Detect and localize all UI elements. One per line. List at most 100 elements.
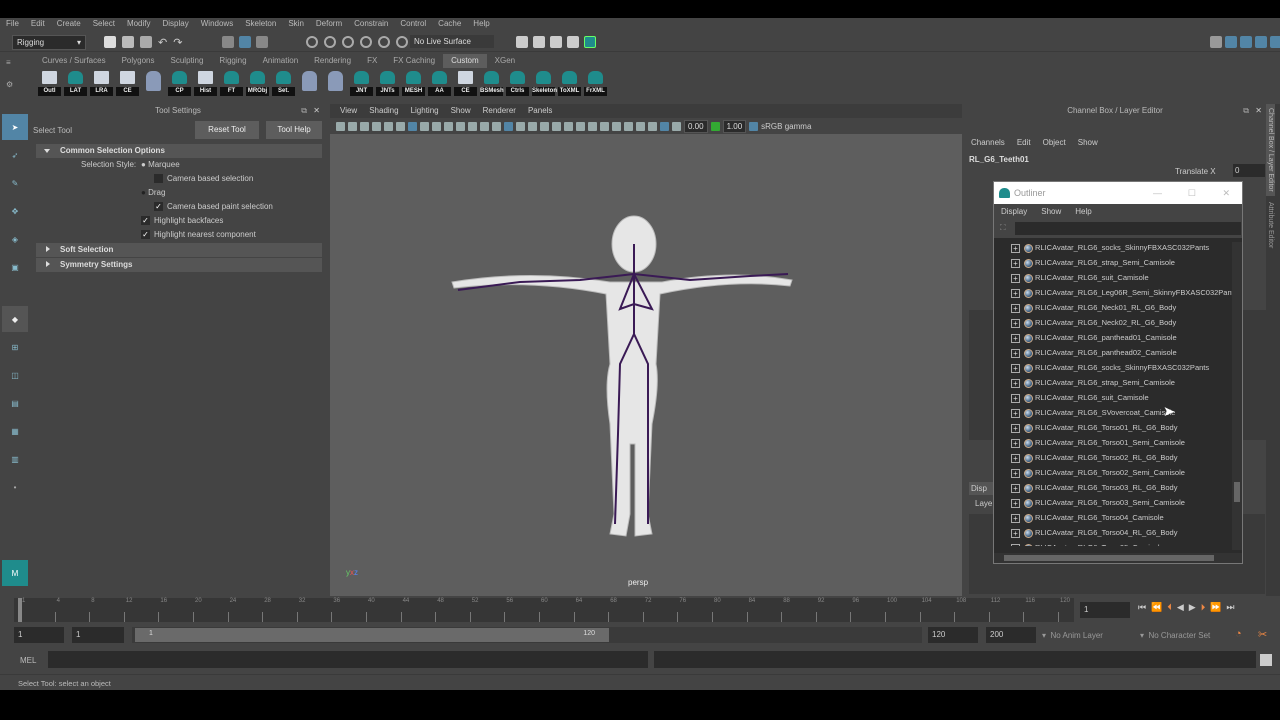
- shelf-button-frxml[interactable]: FrXML: [584, 70, 607, 96]
- outliner-item[interactable]: + RLICAvatar_RLG6_Neck02_RL_G6_Body: [994, 315, 1232, 330]
- outliner-item[interactable]: + RLICAvatar_RLG6_Torso04_Camisole: [994, 510, 1232, 525]
- shadows-icon[interactable]: [564, 121, 573, 131]
- shelf-button-hist[interactable]: Hist: [194, 70, 217, 96]
- ao-icon[interactable]: [576, 121, 585, 131]
- auto-key-icon[interactable]: ◔: [1235, 628, 1242, 640]
- channel-menu-object[interactable]: Object: [1043, 138, 1066, 147]
- menu-skin[interactable]: Skin: [282, 18, 310, 32]
- outliner-menu-help[interactable]: Help: [1068, 204, 1098, 220]
- render-frame-icon[interactable]: [533, 36, 545, 48]
- expand-icon[interactable]: +: [1011, 258, 1020, 268]
- shelf-button-set.[interactable]: Set.: [272, 70, 295, 96]
- script-editor-icon[interactable]: [1260, 654, 1272, 666]
- shelf-tab-rendering[interactable]: Rendering: [306, 54, 359, 68]
- snap-live-icon[interactable]: [396, 36, 408, 48]
- shelf-tab-rigging[interactable]: Rigging: [211, 54, 254, 68]
- expand-icon[interactable]: +: [1011, 318, 1020, 328]
- motion-blur-icon[interactable]: [588, 121, 597, 131]
- isolate-icon[interactable]: [624, 121, 633, 131]
- wireframe-icon[interactable]: [492, 121, 501, 131]
- expand-icon[interactable]: +: [1011, 468, 1020, 478]
- shelf-gear-icon[interactable]: ⚙: [6, 80, 13, 89]
- layout-3-icon[interactable]: [1255, 36, 1267, 48]
- outliner-item[interactable]: + RLICAvatar_RLG6_strap_Semi_Camisole: [994, 255, 1232, 270]
- expand-icon[interactable]: +: [1011, 453, 1020, 463]
- gate-mask-icon[interactable]: [444, 121, 453, 131]
- dof-icon[interactable]: [612, 121, 621, 131]
- menu-help[interactable]: Help: [467, 18, 495, 32]
- float-panel-icon[interactable]: ⧉: [301, 106, 307, 116]
- redo-icon[interactable]: ↷: [173, 36, 182, 49]
- play-backward-icon[interactable]: ◀: [1177, 602, 1184, 613]
- snap-surface-icon[interactable]: [378, 36, 390, 48]
- expand-icon[interactable]: +: [1011, 423, 1020, 433]
- menu-display[interactable]: Display: [157, 18, 195, 32]
- paint-select-icon[interactable]: ✎: [2, 170, 28, 196]
- vertical-scrollbar[interactable]: [1232, 242, 1242, 550]
- menuset-dropdown[interactable]: Rigging ▾: [12, 35, 86, 50]
- menu-windows[interactable]: Windows: [195, 18, 239, 32]
- 3d-scene[interactable]: persp yxz: [330, 134, 962, 596]
- lasso-tool-icon[interactable]: ➶: [2, 142, 28, 168]
- shelf-button-lra[interactable]: LRA: [90, 70, 113, 96]
- viewport-menu-renderer[interactable]: Renderer: [477, 104, 522, 118]
- expand-icon[interactable]: +: [1011, 408, 1020, 418]
- menu-control[interactable]: Control: [394, 18, 432, 32]
- menu-file[interactable]: File: [0, 18, 25, 32]
- step-forward-key-icon[interactable]: ⏩: [1210, 602, 1221, 613]
- shelf-button-ctrls[interactable]: Ctrls: [506, 70, 529, 96]
- step-back-key-icon[interactable]: ⏪: [1151, 602, 1162, 613]
- command-input[interactable]: [48, 651, 648, 668]
- shelf-button-mrobj[interactable]: MRObj: [246, 70, 269, 96]
- shelf-button-jnt[interactable]: JNT: [350, 70, 373, 96]
- render-view-icon[interactable]: [516, 36, 528, 48]
- channel-menu-channels[interactable]: Channels: [971, 138, 1005, 147]
- shelf-button-outl[interactable]: Outl: [38, 70, 61, 96]
- four-pane-layout-icon[interactable]: ⊞: [2, 334, 28, 360]
- outliner-item[interactable]: + RLICAvatar_RLG6_Torso03_Semi_Camisole: [994, 495, 1232, 510]
- ipr-render-icon[interactable]: [550, 36, 562, 48]
- filter-icon[interactable]: ⛶: [1000, 223, 1006, 233]
- snap-grid-icon[interactable]: [306, 36, 318, 48]
- image-plane-icon[interactable]: [372, 121, 381, 131]
- anim-prefs-icon[interactable]: ✂: [1258, 628, 1267, 641]
- menu-constrain[interactable]: Constrain: [348, 18, 394, 32]
- layout-4-icon[interactable]: [1270, 36, 1280, 48]
- minimize-icon[interactable]: —: [1153, 182, 1162, 204]
- shelf-tab-xgen[interactable]: XGen: [487, 54, 523, 68]
- shelf-button[interactable]: [324, 70, 347, 96]
- live-surface-field[interactable]: No Live Surface: [410, 35, 494, 48]
- horizontal-scrollbar[interactable]: [994, 553, 1242, 563]
- expand-icon[interactable]: +: [1011, 528, 1020, 538]
- safe-action-icon[interactable]: [468, 121, 477, 131]
- shelf-tab-sculpting[interactable]: Sculpting: [163, 54, 212, 68]
- shelf-button[interactable]: [142, 70, 165, 96]
- shelf-button-bsmesh[interactable]: BSMesh: [480, 70, 504, 96]
- expand-icon[interactable]: +: [1011, 273, 1020, 283]
- expand-icon[interactable]: +: [1011, 303, 1020, 313]
- lights-icon[interactable]: [552, 121, 561, 131]
- xray-joints-icon[interactable]: [660, 121, 669, 131]
- shelf-tab-fx-caching[interactable]: FX Caching: [385, 54, 443, 68]
- camera-based-paint-checkbox[interactable]: ✓ Camera based paint selection: [36, 200, 322, 214]
- highlight-backfaces-checkbox[interactable]: ✓ Highlight backfaces: [36, 214, 322, 228]
- shelf-button-ft[interactable]: FT: [220, 70, 243, 96]
- float-panel-icon[interactable]: ⧉: [1243, 106, 1249, 116]
- menu-edit[interactable]: Edit: [25, 18, 51, 32]
- outliner-item[interactable]: + RLICAvatar_RLG6_strap_Semi_Camisole: [994, 375, 1232, 390]
- gamma-toggle-icon[interactable]: [710, 121, 720, 131]
- go-to-end-icon[interactable]: ⏭: [1226, 602, 1234, 613]
- smooth-shade-icon[interactable]: [504, 121, 513, 131]
- outliner-item[interactable]: + RLICAvatar_RLG6_Neck01_RL_G6_Body: [994, 300, 1232, 315]
- scale-tool-icon[interactable]: ▣: [2, 254, 28, 280]
- go-to-start-icon[interactable]: ⏮: [1138, 602, 1146, 613]
- close-icon[interactable]: ✕: [1222, 182, 1230, 204]
- color-management-icon[interactable]: [749, 121, 759, 131]
- expand-icon[interactable]: +: [1011, 288, 1020, 298]
- expand-icon[interactable]: +: [1011, 333, 1020, 343]
- step-forward-frame-icon[interactable]: ⏵: [1201, 602, 1206, 613]
- gamma-field[interactable]: 1.00: [722, 119, 747, 133]
- xray-icon[interactable]: [636, 121, 645, 131]
- bookmark-icon[interactable]: [360, 121, 369, 131]
- twod-pan-icon[interactable]: [384, 121, 393, 131]
